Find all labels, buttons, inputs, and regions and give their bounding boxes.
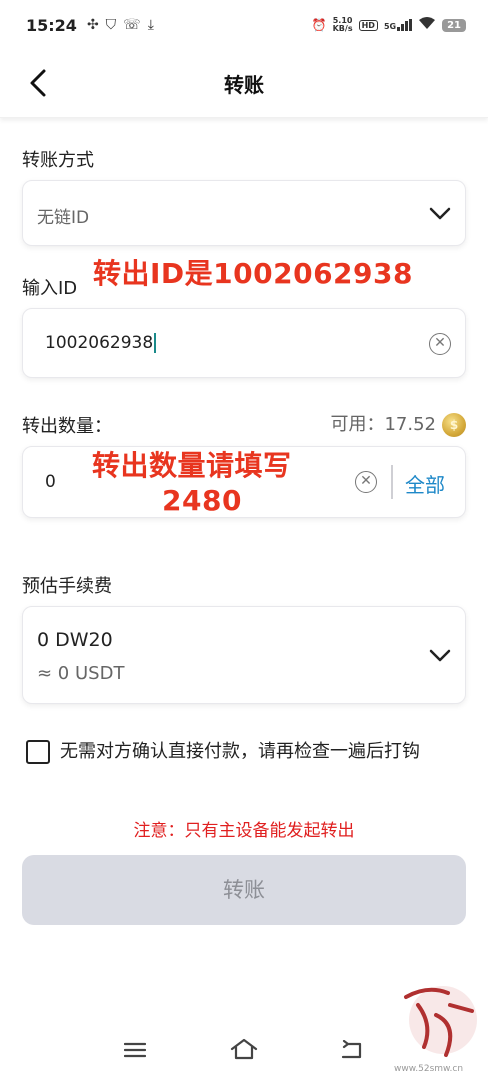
clear-icon[interactable]: ✕ (355, 471, 377, 493)
battery-icon: 21 (442, 18, 466, 32)
menu-button[interactable] (123, 1042, 147, 1062)
chevron-down-icon (429, 207, 451, 220)
fee-approx: ≈ 0 USDT (37, 663, 125, 684)
coin-icon: $ (442, 413, 466, 437)
shield-icon: ⛉ (105, 17, 117, 33)
amount-label: 转出数量： (22, 416, 112, 437)
wifi-icon (418, 16, 436, 34)
fee-label: 预估手续费 (22, 576, 112, 597)
network-speed: 5.10 KB/s (332, 16, 353, 33)
chevron-left-icon (30, 69, 46, 97)
confirm-text: 无需对方确认直接付款，请再检查一遍后打钩 (60, 741, 420, 762)
divider (391, 465, 393, 499)
transfer-method-value: 无链ID (37, 208, 90, 228)
menu-icon (123, 1042, 147, 1058)
system-nav-bar (0, 1030, 488, 1070)
confirm-checkbox[interactable] (26, 740, 50, 764)
transfer-method-label: 转账方式 (22, 150, 94, 171)
back-icon (341, 1039, 362, 1059)
transfer-method-select[interactable]: 无链ID (22, 180, 466, 246)
recipient-id-value: 1002062938 (45, 333, 154, 353)
download-icon: ⤓ (147, 17, 154, 33)
page-title: 转账 (224, 73, 264, 97)
chevron-down-icon (429, 649, 451, 662)
notice-text: 注意：只有主设备能发起转出 (133, 821, 355, 841)
signal-icon: 5G (384, 19, 413, 31)
amount-annotation-line2: 2480 (162, 484, 242, 517)
recipient-id-label: 输入ID (22, 278, 78, 299)
back-nav-button[interactable] (340, 1039, 364, 1064)
clear-icon[interactable]: ✕ (429, 333, 451, 355)
back-button[interactable] (24, 66, 54, 100)
status-bar: 15:24 ✣ ⛉ ☏ ⤓ ⏰ 5.10 KB/s HD 5G 21 (0, 0, 488, 50)
text-cursor (154, 333, 157, 353)
header-bar: 转账 (0, 50, 488, 118)
status-time: 15:24 (26, 15, 77, 35)
home-icon (230, 1038, 258, 1060)
fee-select[interactable]: 0 DW20 ≈ 0 USDT (22, 606, 466, 704)
fan-icon: ✣ (86, 17, 99, 33)
all-button[interactable]: 全部 (405, 469, 445, 498)
amount-value: 0 (45, 472, 56, 492)
transfer-button[interactable]: 转账 (22, 855, 466, 925)
alarm-icon: ⏰ (311, 18, 327, 32)
id-annotation: 转出ID是1002062938 (93, 257, 413, 290)
amount-annotation-line1: 转出数量请填写 (92, 449, 292, 482)
recipient-id-input[interactable]: 1002062938 ✕ (22, 308, 466, 378)
missed-call-icon: ☏ (123, 17, 141, 33)
available-balance: 可用：17.52 $ (330, 410, 466, 437)
home-button[interactable] (230, 1038, 258, 1064)
fee-value: 0 DW20 (37, 629, 113, 651)
hd-icon: HD (358, 19, 378, 31)
